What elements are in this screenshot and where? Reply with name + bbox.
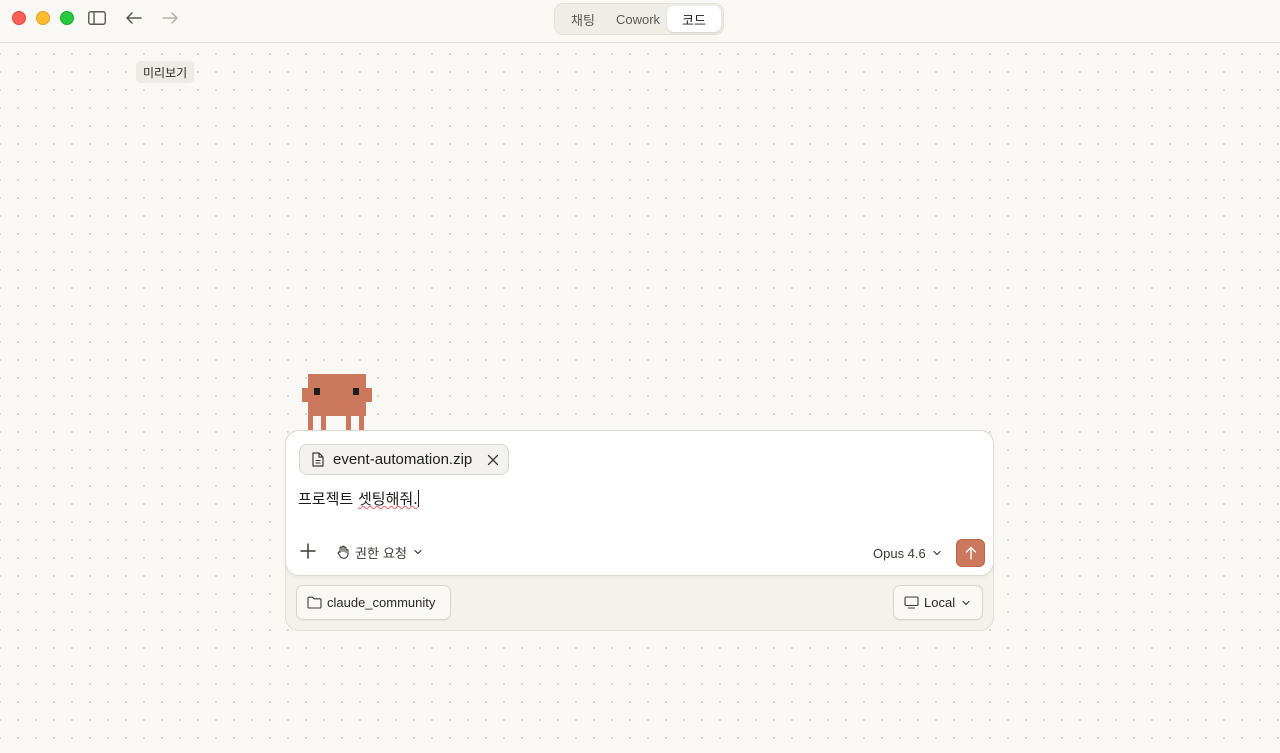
prompt-composer[interactable]: event-automation.zip 프로젝트 셋팅해줘. 권한 요청 Op… [285,430,994,576]
plus-icon [300,543,316,559]
folder-label: claude_community [327,595,436,610]
sidebar-toggle-icon[interactable] [86,8,108,28]
attachment-name: event-automation.zip [333,451,473,468]
tab-chat[interactable]: 채팅 [557,6,609,32]
minimize-window-button[interactable] [36,11,50,25]
maximize-window-button[interactable] [60,11,74,25]
add-attachment-button[interactable] [299,542,319,562]
attachment-chip[interactable]: event-automation.zip [299,444,509,475]
title-bar: 채팅 Cowork 코드 [0,0,1280,43]
folder-icon [307,596,322,609]
prompt-input[interactable]: 프로젝트 셋팅해줘. [298,488,419,509]
permission-mode-button[interactable]: 권한 요청 [336,541,423,563]
text-caret [417,490,419,507]
hand-icon [336,545,350,559]
permission-label: 권한 요청 [355,546,407,562]
prompt-text-misspelled: 셋팅해줘. [357,490,418,508]
tab-cowork[interactable]: Cowork [609,6,667,32]
preview-button[interactable]: 미리보기 [136,61,195,83]
project-folder-button[interactable]: claude_community [296,585,451,620]
arrow-left-icon[interactable] [123,8,145,28]
environment-selector[interactable]: Local [893,585,983,620]
prompt-text-main: 프로젝트 [298,490,358,508]
claude-mascot-icon [302,374,372,435]
tab-code[interactable]: 코드 [667,6,721,32]
send-button[interactable] [956,539,985,567]
mode-tabs: 채팅 Cowork 코드 [554,3,724,35]
model-label: Opus 4.6 [873,545,926,561]
monitor-icon [904,596,919,609]
chevron-down-icon [413,547,423,557]
file-icon [312,451,326,468]
model-selector[interactable]: Opus 4.6 [873,543,942,563]
chevron-down-icon [961,598,971,608]
close-window-button[interactable] [12,11,26,25]
close-icon[interactable] [486,453,500,467]
arrow-right-icon[interactable] [159,8,181,28]
arrow-up-icon [965,546,976,560]
chevron-down-icon [932,548,942,558]
environment-label: Local [924,595,956,610]
